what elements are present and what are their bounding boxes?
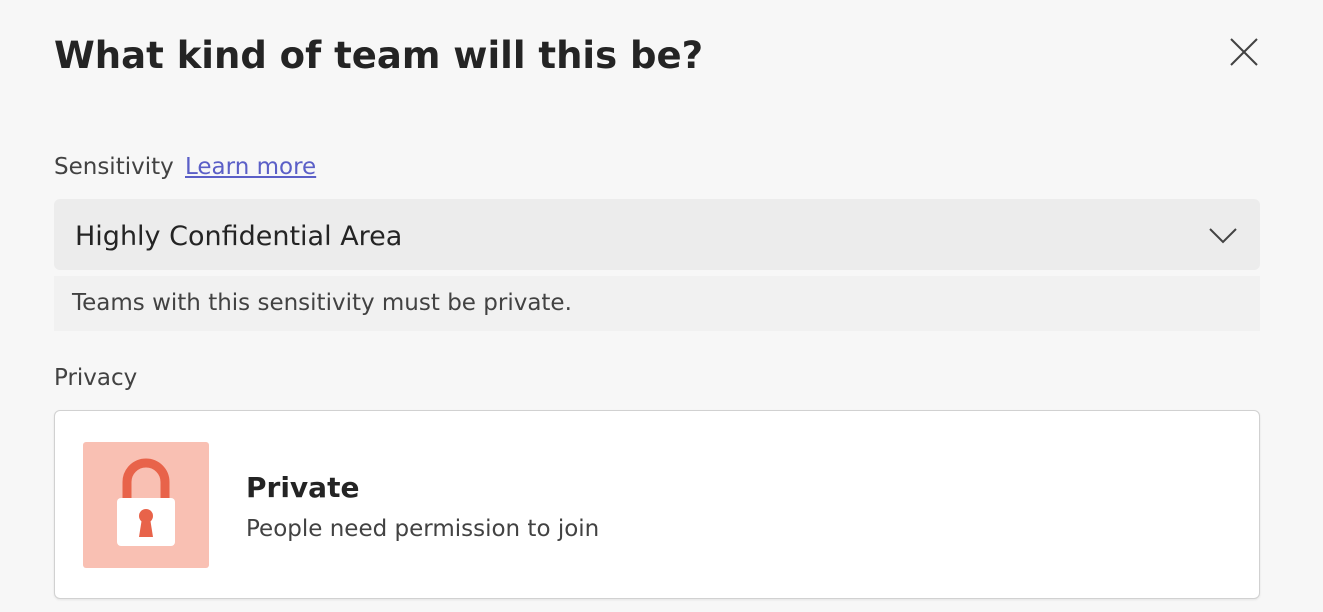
chevron-down-icon [1209, 228, 1237, 244]
sensitivity-info-text: Teams with this sensitivity must be priv… [72, 290, 572, 316]
close-icon [1230, 38, 1258, 66]
close-button[interactable] [1222, 30, 1266, 74]
lock-tile [83, 442, 209, 568]
learn-more-link[interactable]: Learn more [185, 151, 316, 183]
privacy-option-title: Private [246, 471, 360, 504]
privacy-label: Privacy [54, 365, 138, 391]
sensitivity-dropdown[interactable]: Highly Confidential Area [54, 199, 1260, 270]
dialog-title: What kind of team will this be? [54, 34, 704, 77]
privacy-option-private[interactable]: Private People need permission to join [54, 410, 1260, 599]
sensitivity-info-bar: Teams with this sensitivity must be priv… [54, 276, 1260, 331]
privacy-option-description: People need permission to join [246, 516, 600, 542]
sensitivity-label: Sensitivity [54, 154, 174, 180]
sensitivity-selected-value: Highly Confidential Area [75, 221, 403, 252]
lock-icon [117, 458, 175, 546]
create-team-dialog: What kind of team will this be? Sensitiv… [0, 0, 1323, 612]
